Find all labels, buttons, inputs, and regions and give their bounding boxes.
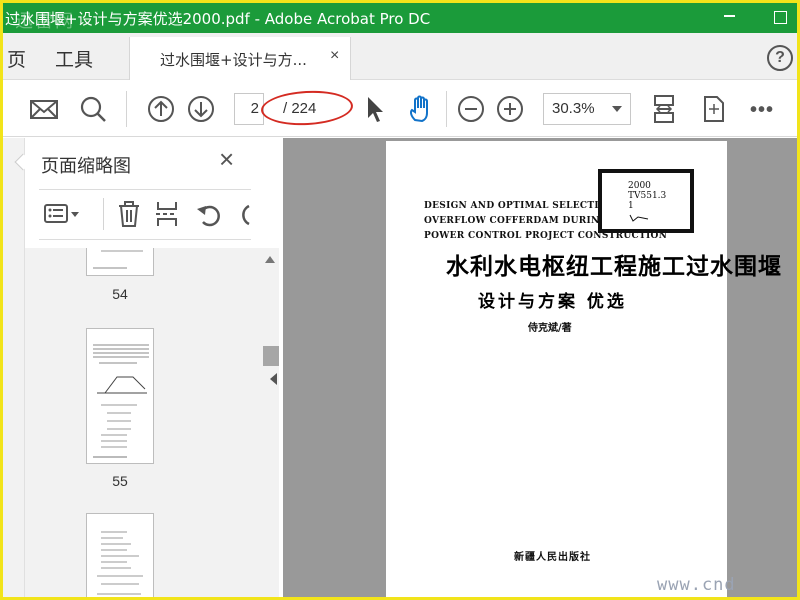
menu-home[interactable]: 页 bbox=[7, 45, 26, 72]
page-content-preview bbox=[97, 531, 143, 595]
annotation-circle bbox=[260, 88, 354, 128]
chinese-title: 水利水电枢纽工程施工过水围堰 bbox=[446, 253, 782, 280]
zoom-out-icon[interactable] bbox=[456, 94, 486, 124]
zoom-select[interactable]: 30.3% bbox=[543, 93, 631, 125]
toolbar-separator bbox=[446, 91, 447, 127]
divider bbox=[39, 239, 251, 240]
tab-close-icon[interactable]: × bbox=[330, 47, 339, 65]
divider bbox=[39, 189, 251, 190]
minimize-icon[interactable] bbox=[719, 7, 741, 27]
hand-tool-icon[interactable] bbox=[406, 94, 436, 124]
page-content-preview bbox=[93, 344, 149, 458]
thumbnail-scrollbar[interactable] bbox=[261, 248, 279, 597]
chevron-down-icon bbox=[612, 106, 622, 112]
search-icon[interactable] bbox=[78, 94, 108, 124]
thumbnail-options-icon[interactable] bbox=[43, 200, 81, 228]
stamp-line: TV551.3 bbox=[628, 191, 667, 201]
thumbnail-page[interactable] bbox=[86, 248, 154, 276]
maximize-icon[interactable] bbox=[769, 7, 791, 27]
toolbar-separator bbox=[103, 198, 104, 230]
rotate-right-icon[interactable] bbox=[235, 200, 251, 228]
collapse-panel-icon[interactable] bbox=[270, 373, 277, 385]
panel-title: 页面缩略图 bbox=[41, 156, 131, 177]
stamp-line: 2000 bbox=[628, 181, 651, 191]
fit-page-icon[interactable] bbox=[649, 94, 679, 124]
toolbar: 2 / 224 30.3% ••• bbox=[3, 81, 797, 137]
panel-close-icon[interactable]: × bbox=[219, 146, 234, 172]
publisher: 新疆人民出版社 bbox=[514, 552, 591, 563]
tab-bar: 页 工具 过水围堰+设计与方... × ? bbox=[3, 33, 797, 80]
thumbnail-list: 54 55 bbox=[25, 248, 263, 597]
zoom-value: 30.3% bbox=[552, 100, 595, 117]
document-tab[interactable]: 过水围堰+设计与方... × bbox=[129, 37, 351, 80]
thumbnail-page[interactable] bbox=[86, 513, 154, 597]
site-watermark: www.cnd bbox=[657, 575, 736, 595]
document-tab-label: 过水围堰+设计与方... bbox=[160, 51, 307, 69]
library-stamp: 2000 TV551.3 1 bbox=[598, 169, 694, 233]
app-window: 过水围堰+设计与方案优选2000.pdf - Adobe Acrobat Pro… bbox=[0, 0, 800, 600]
scrollbar-thumb[interactable] bbox=[263, 346, 279, 366]
next-page-icon[interactable] bbox=[186, 94, 216, 124]
toolbar-separator bbox=[126, 91, 127, 127]
scroll-up-icon[interactable] bbox=[265, 256, 275, 263]
more-options-icon[interactable]: ••• bbox=[750, 99, 774, 122]
help-icon[interactable]: ? bbox=[767, 45, 793, 71]
left-panel: 页面缩略图 × 54 55 bbox=[3, 138, 279, 597]
page-content-preview bbox=[93, 250, 143, 269]
thumbnail-page-number: 55 bbox=[112, 473, 128, 489]
rotate-left-icon[interactable] bbox=[195, 200, 223, 228]
delete-icon[interactable] bbox=[115, 200, 143, 228]
extract-pages-icon[interactable] bbox=[153, 200, 181, 228]
email-icon[interactable] bbox=[29, 94, 59, 124]
author: 侍克斌/著 bbox=[528, 323, 572, 334]
pdf-page: DESIGN AND OPTIMAL SELECTION O OVERFLOW … bbox=[386, 141, 781, 597]
thumbnail-page[interactable] bbox=[86, 328, 154, 464]
full-screen-icon[interactable] bbox=[699, 94, 729, 124]
document-view[interactable]: DESIGN AND OPTIMAL SELECTION O OVERFLOW … bbox=[283, 138, 797, 597]
title-bar: 过水围堰+设计与方案优选2000.pdf - Adobe Acrobat Pro… bbox=[3, 3, 797, 33]
title-watermark: 迅雷网 bbox=[15, 11, 75, 32]
stamp-line: 1 bbox=[628, 201, 634, 211]
menu-tools[interactable]: 工具 bbox=[55, 45, 93, 72]
page-thumbnails-panel: 页面缩略图 × 54 55 bbox=[25, 138, 279, 597]
thumbnail-tools bbox=[39, 194, 251, 234]
stamp-signature-icon bbox=[629, 214, 649, 222]
navigation-strip bbox=[3, 138, 25, 597]
page-number-input[interactable]: 2 bbox=[234, 93, 264, 125]
previous-page-icon[interactable] bbox=[146, 94, 176, 124]
chinese-subtitle: 设计与方案 优选 bbox=[478, 292, 627, 312]
thumbnail-page-number: 54 bbox=[112, 286, 128, 302]
zoom-in-icon[interactable] bbox=[495, 94, 525, 124]
select-cursor-icon[interactable] bbox=[361, 94, 391, 124]
